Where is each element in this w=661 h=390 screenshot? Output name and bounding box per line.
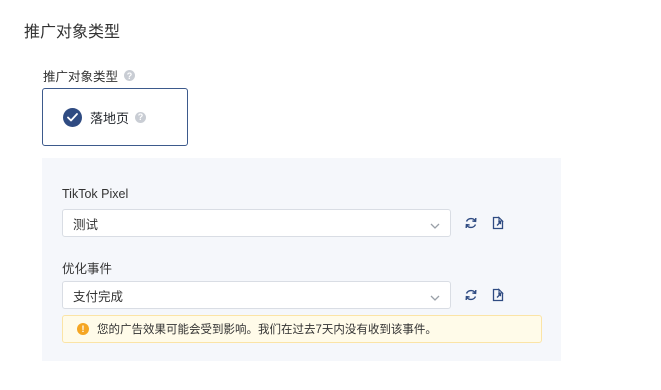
chevron-down-icon xyxy=(430,291,440,305)
landing-page-option-label: 落地页 xyxy=(90,110,130,126)
tiktok-pixel-select[interactable]: 测试 xyxy=(62,209,451,237)
refresh-icon[interactable] xyxy=(463,287,479,303)
section-title: 推广对象类型 xyxy=(24,24,121,41)
chevron-down-icon xyxy=(430,219,440,233)
warning-icon: ! xyxy=(77,323,89,335)
question-icon[interactable]: ? xyxy=(135,111,147,123)
promotion-type-label-row: 推广对象类型 ? xyxy=(43,66,136,85)
optimization-event-label: 优化事件 xyxy=(62,262,113,276)
warning-text: 您的广告效果可能会受到影响。我们在过去7天内没有收到该事件。 xyxy=(97,324,437,336)
landing-page-option[interactable]: 落地页 ? xyxy=(42,88,188,146)
open-in-new-icon[interactable] xyxy=(490,215,506,231)
check-circle-icon xyxy=(63,107,82,127)
warning-alert: ! 您的广告效果可能会受到影响。我们在过去7天内没有收到该事件。 xyxy=(62,315,542,343)
tiktok-pixel-label: TikTok Pixel xyxy=(62,187,129,201)
refresh-icon[interactable] xyxy=(463,215,479,231)
promotion-type-label: 推广对象类型 xyxy=(43,70,119,84)
optimization-event-value: 支付完成 xyxy=(73,289,124,304)
tiktok-pixel-value: 测试 xyxy=(73,217,99,232)
open-in-new-icon[interactable] xyxy=(490,287,506,303)
optimization-event-select[interactable]: 支付完成 xyxy=(62,281,451,309)
settings-panel: TikTok Pixel 测试 优化事件 支付完成 ! 您的广告效果可能会受到影… xyxy=(42,158,561,361)
question-icon[interactable]: ? xyxy=(124,70,136,81)
